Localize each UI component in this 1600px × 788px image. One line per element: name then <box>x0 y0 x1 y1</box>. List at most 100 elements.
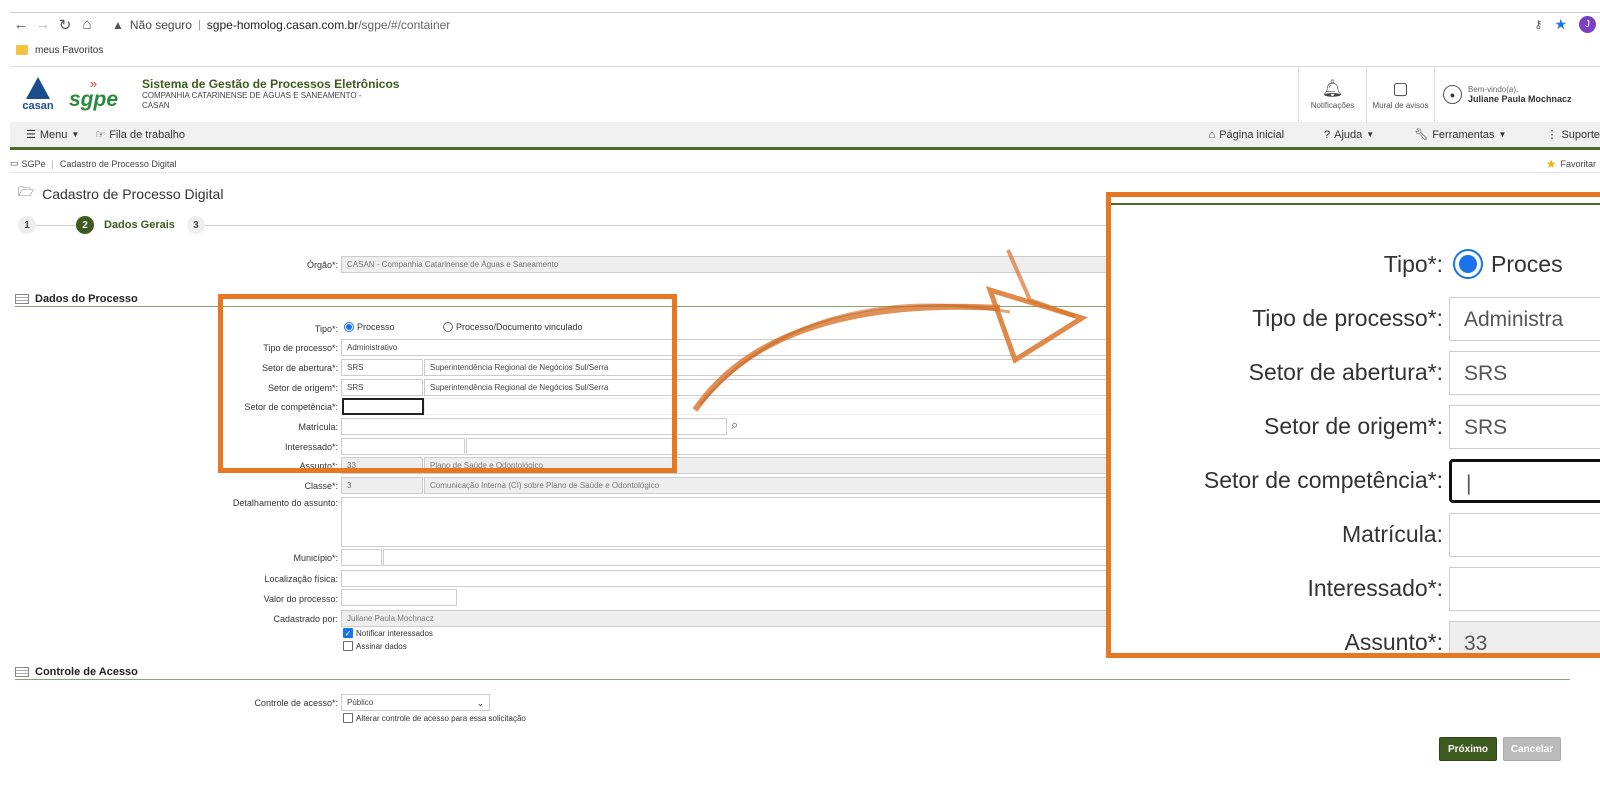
notificar-checkbox[interactable]: ✓ Notificar interessados <box>343 628 433 638</box>
vertical-dots-icon: ⋮ <box>1546 129 1558 141</box>
menu-button[interactable]: ☰ Menu ▼ <box>26 128 80 142</box>
key-icon[interactable]: ⚷ <box>1534 18 1542 31</box>
hand-icon: ☞ <box>95 129 106 141</box>
annotation-arrow-icon <box>692 249 1088 412</box>
bookmark-folder[interactable]: meus Favoritos <box>35 45 103 56</box>
controle-select[interactable]: Público ⌄ <box>341 694 490 711</box>
question-icon: ? <box>1324 128 1331 141</box>
checkbox-checked-icon: ✓ <box>343 628 353 638</box>
casan-wordmark: casan <box>22 99 54 112</box>
classe-name: Comunicação Interna (CI) sobre Plano de … <box>424 477 1107 494</box>
cancel-button[interactable]: Cancelar <box>1503 737 1561 761</box>
profile-avatar[interactable]: J <box>1579 16 1596 33</box>
zoom-setor-competencia-label: Setor de competência*: <box>1203 467 1443 493</box>
highlight-box <box>218 294 677 473</box>
main-menubar: ☰ Menu ▼ ☞ Fila de trabalho ⌂ Página inic… <box>10 122 1600 150</box>
app-titles: Sistema de Gestão de Processos Eletrônic… <box>142 77 399 111</box>
casan-drop-icon <box>26 76 50 99</box>
breadcrumb-current: Cadastro de Processo Digital <box>59 158 177 169</box>
zoom-row-assunto: Assunto*: 33 <box>1111 617 1600 655</box>
sgpe-wordmark: sgpe <box>69 88 119 111</box>
forward-icon[interactable]: → <box>32 14 54 36</box>
zoom-tipo-label: Tipo*: <box>1383 251 1443 277</box>
zoom-setor-origem-field: SRS <box>1449 405 1600 449</box>
zoom-assunto-field: 33 <box>1449 621 1600 653</box>
home-label: Página inicial <box>1219 128 1285 141</box>
list-icon <box>15 293 29 304</box>
address-bar[interactable]: sgpe-homolog.casan.com.br/sgpe/#/contain… <box>207 18 450 32</box>
search-icon[interactable]: ⌕ <box>731 417 738 433</box>
municipio-code[interactable] <box>341 549 382 566</box>
zoom-setor-competencia-field: | <box>1449 459 1600 503</box>
zoom-callout: Tipo*: Proces Tipo de processo*: Adminis… <box>1106 192 1600 658</box>
home-link[interactable]: ⌂ Página inicial <box>1209 129 1284 141</box>
star-icon: ★ <box>1545 156 1557 171</box>
user-menu[interactable]: ● Bem-vindo(a), Juliane Paula Mochnacz <box>1434 67 1600 122</box>
zoom-matricula-label: Matrícula: <box>1342 521 1443 547</box>
mural-label: Mural de avisos <box>1372 101 1429 110</box>
browser-actions: ⚷ ★ J <box>1534 16 1596 33</box>
zoom-row-tipo-processo: Tipo de processo*: Administra <box>1111 293 1600 347</box>
header-actions: 🔔︎ Notificações ▢ Mural de avisos ● Bem-… <box>1298 67 1600 122</box>
controle-label: Controle de acesso*: <box>254 698 338 708</box>
zoom-row-setor-competencia: Setor de competência*: | <box>1111 455 1600 509</box>
zoom-tipo-value: Proces <box>1491 251 1563 277</box>
mural-button[interactable]: ▢ Mural de avisos <box>1366 67 1434 122</box>
app-subtitle: COMPANHIA CATARINENSE DE ÁGUAS E SANEAME… <box>142 91 362 100</box>
zoom-matricula-field <box>1449 513 1600 557</box>
favorite-label: Favoritar <box>1560 158 1596 169</box>
user-icon: ● <box>1443 85 1462 104</box>
star-icon[interactable]: ★ <box>1554 16 1567 33</box>
detalhamento-label: Detalhamento do assunto: <box>232 498 338 508</box>
orgao-label: Órgão*: <box>306 260 338 270</box>
zoom-row-matricula: Matrícula: <box>1111 509 1600 563</box>
url-path: /sgpe/#/container <box>358 17 451 32</box>
zoom-radio-checked-icon <box>1453 249 1483 279</box>
favorite-button[interactable]: ★ Favoritar <box>1546 157 1596 171</box>
detalhamento-textarea[interactable] <box>341 497 1107 547</box>
notifications-label: Notificações <box>1310 101 1355 110</box>
step-3[interactable]: 3 <box>186 216 205 234</box>
zoom-setor-abertura-field: SRS <box>1449 351 1600 395</box>
fila-trabalho-link[interactable]: ☞ Fila de trabalho <box>95 128 186 142</box>
section-controle-acesso: Controle de Acesso <box>15 664 1570 680</box>
support-menu[interactable]: ⋮ Suporte <box>1546 128 1600 142</box>
monitor-icon: ▭ <box>10 158 19 168</box>
hamburger-icon: ☰ <box>26 129 36 141</box>
next-button[interactable]: Próximo <box>1439 737 1497 761</box>
zoom-assunto-label: Assunto*: <box>1344 629 1443 655</box>
assinar-checkbox[interactable]: Assinar dados <box>343 641 407 651</box>
zoom-row-tipo: Tipo*: Proces <box>1111 239 1600 293</box>
cadastrado-field: Juliane Paula Mochnacz <box>341 610 1107 627</box>
localizacao-label: Localização física: <box>264 574 338 584</box>
cadastrado-label: Cadastrado por: <box>273 614 338 624</box>
zoom-divider <box>1111 203 1600 205</box>
notifications-button[interactable]: 🔔︎ Notificações <box>1298 67 1366 122</box>
home-icon[interactable]: ⌂ <box>76 14 98 36</box>
tools-menu[interactable]: 🔧︎ Ferramentas ▼ <box>1414 128 1507 142</box>
caret-down-icon: ▼ <box>71 130 80 139</box>
browser-toolbar: ← → ↻ ⌂ ▲ Não seguro | sgpe-homolog.casa… <box>10 12 1600 36</box>
casan-logo: casan <box>15 71 61 117</box>
page-title-text: Cadastro de Processo Digital <box>42 186 224 202</box>
municipio-name[interactable] <box>383 549 1107 566</box>
step-1[interactable]: 1 <box>18 216 36 234</box>
zoom-setor-abertura-label: Setor de abertura*: <box>1248 359 1443 385</box>
welcome-text: Bem-vindo(a), <box>1468 85 1519 94</box>
fila-label: Fila de trabalho <box>109 128 186 141</box>
zoom-interessado-field <box>1449 567 1600 611</box>
section-controle-acesso-title: Controle de Acesso <box>35 665 138 678</box>
help-menu[interactable]: ? Ajuda ▼ <box>1324 129 1374 141</box>
reload-icon[interactable]: ↻ <box>54 14 76 36</box>
caret-down-icon: ▼ <box>1498 130 1507 139</box>
clipboard-icon: ▢ <box>1392 79 1409 98</box>
localizacao-input[interactable] <box>341 570 1107 587</box>
url-separator: | <box>197 18 201 31</box>
warning-icon: ▲ <box>112 17 124 32</box>
back-icon[interactable]: ← <box>10 14 32 36</box>
alterar-controle-checkbox[interactable]: Alterar controle de acesso para essa sol… <box>343 713 526 723</box>
list-icon <box>15 666 29 677</box>
step-2[interactable]: 2 <box>76 216 94 234</box>
valor-input[interactable] <box>341 589 457 606</box>
breadcrumb-root[interactable]: SGPe <box>22 159 46 169</box>
